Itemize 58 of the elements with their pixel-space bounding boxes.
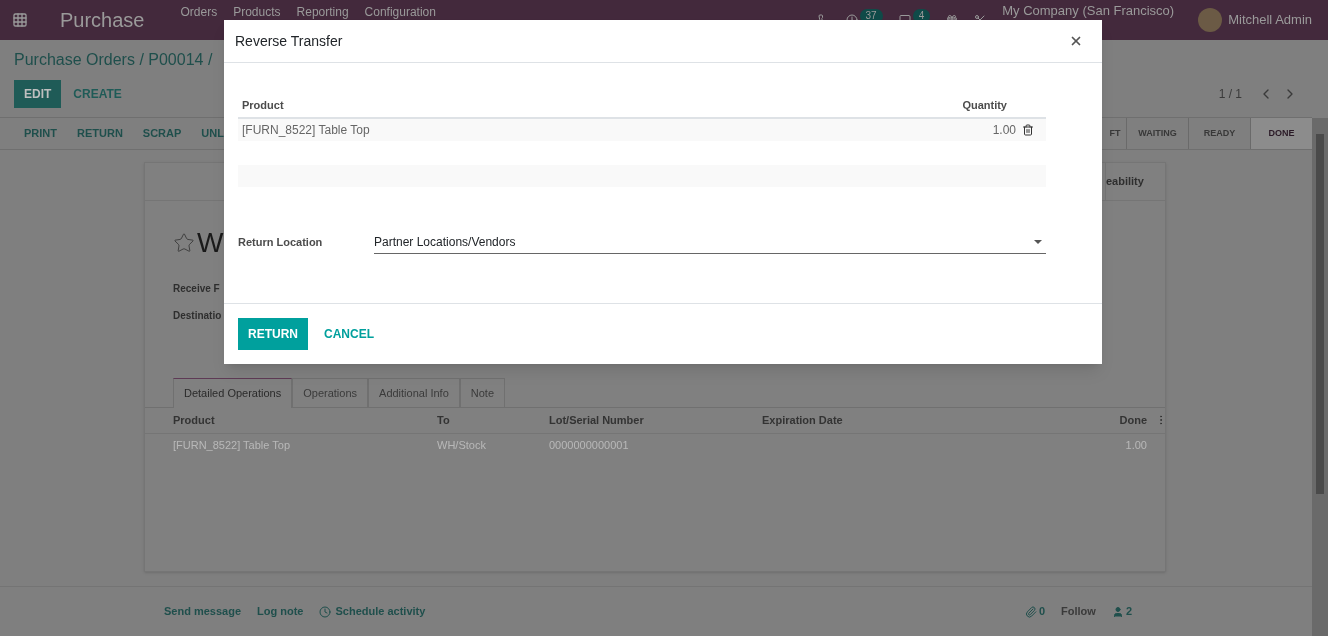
company-switcher[interactable]: My Company (San Francisco) (1002, 0, 1175, 20)
scrollbar[interactable] (1312, 118, 1328, 636)
user-name[interactable]: Mitchell Admin (1228, 11, 1312, 29)
dropdown-caret-icon (1034, 240, 1042, 244)
notebook-tab[interactable]: Detailed Operations (173, 378, 293, 408)
column-header[interactable]: Product (173, 411, 437, 429)
menu-item[interactable]: Products (233, 4, 281, 20)
action-button[interactable]: UNL (201, 125, 224, 142)
field-label: Return Location (238, 235, 324, 251)
pager-counter: 1 / 1 (1218, 86, 1242, 102)
table-cell-text: [FURN_8522] Table Top (242, 122, 371, 138)
close-icon[interactable] (1069, 34, 1083, 48)
schedule-activity-link[interactable]: Schedule activity (319, 603, 426, 620)
user-avatar[interactable] (1198, 8, 1223, 32)
record-title: W (197, 229, 224, 257)
create-button[interactable]: CREATE (61, 80, 134, 108)
table-row[interactable]: [FURN_8522] Table Top 1.00 (238, 119, 1046, 141)
column-header[interactable]: Product (242, 97, 907, 114)
status-stage[interactable]: FT (1104, 118, 1126, 149)
action-button[interactable]: SCRAP (142, 125, 182, 142)
smart-button[interactable]: eability (1105, 163, 1165, 200)
column-header[interactable]: Quantity (907, 97, 1007, 114)
menu-item[interactable]: Configuration (364, 4, 436, 20)
breadcrumb: Purchase Orders / P00014 / (14, 50, 213, 70)
status-stage[interactable]: DONE (1250, 118, 1312, 149)
app-title: Purchase (60, 8, 145, 33)
field-label: Receive F (173, 282, 220, 296)
action-button[interactable]: PRINT (24, 125, 57, 142)
table-cell-text: WH/Stock (437, 438, 487, 454)
menu-item[interactable]: Orders (180, 4, 218, 20)
action-button[interactable]: RETURN (77, 125, 123, 142)
follow-button[interactable]: Follow (1061, 603, 1096, 620)
log-note-link[interactable]: Log note (257, 603, 304, 620)
dialog-title: Reverse Transfer (235, 32, 343, 51)
apps-menu-icon[interactable] (12, 12, 28, 28)
column-header[interactable]: Expiration Date (762, 411, 1107, 429)
clock-icon (319, 605, 332, 618)
edit-button[interactable]: EDIT (14, 80, 62, 108)
menu-item[interactable]: Reporting (296, 4, 349, 20)
paperclip-icon (1024, 605, 1037, 618)
cancel-button[interactable]: CANCEL (308, 318, 390, 350)
trash-icon[interactable] (1022, 124, 1034, 136)
return-location-select[interactable]: Partner Locations/Vendors (374, 231, 1046, 254)
column-header[interactable]: To (437, 411, 549, 429)
notebook-tab[interactable]: Note (459, 378, 505, 408)
column-header[interactable]: Lot/Serial Number (549, 411, 762, 429)
column-header[interactable]: Done (1107, 411, 1147, 429)
star-icon[interactable] (173, 232, 195, 254)
return-button[interactable]: RETURN (238, 318, 308, 350)
notebook-tab[interactable]: Additional Info (368, 378, 460, 408)
table-cell-text: 1.00 (991, 122, 1016, 138)
followers-button[interactable]: 2 (1111, 603, 1132, 620)
attachments-button[interactable]: 0 (1024, 603, 1046, 620)
notebook-tab[interactable]: Operations (292, 378, 369, 408)
status-stage[interactable]: WAITING (1126, 118, 1188, 149)
field-label: Destinatio (173, 309, 222, 323)
user-icon (1111, 605, 1124, 618)
send-message-link[interactable]: Send message (164, 603, 242, 620)
